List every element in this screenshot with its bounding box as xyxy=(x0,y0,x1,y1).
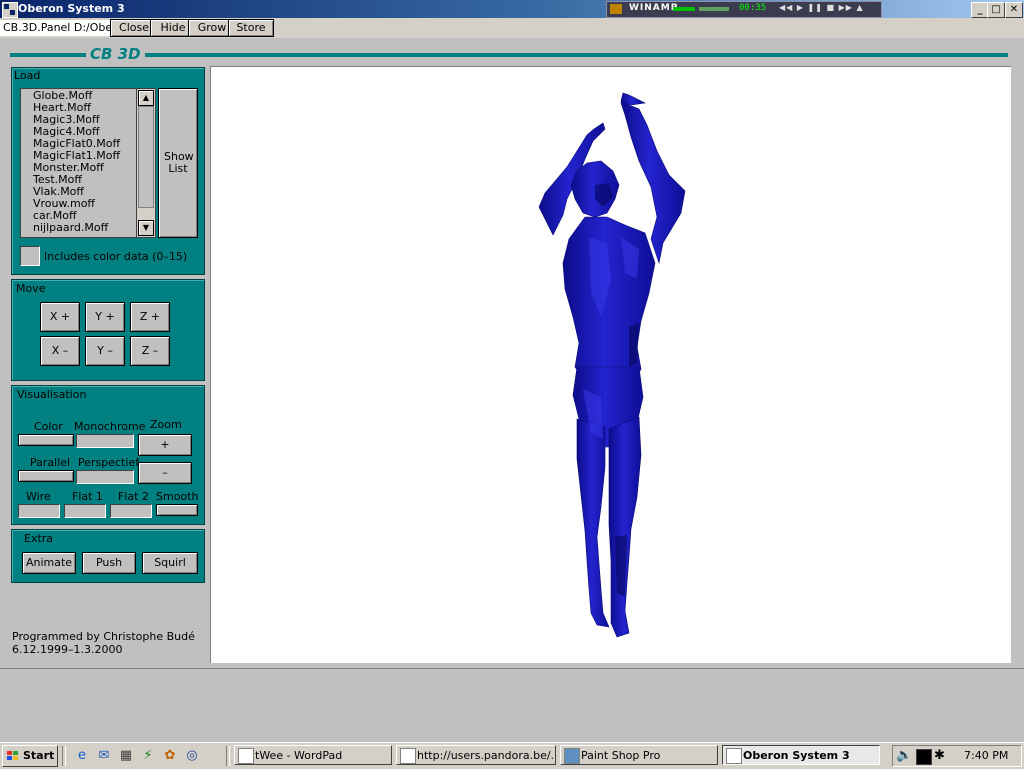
winamp-vis-bar xyxy=(673,7,695,11)
zoom-in-button[interactable]: + xyxy=(138,434,192,456)
header-rule xyxy=(10,53,1008,57)
maximize-button[interactable]: □ xyxy=(987,2,1005,18)
color-label: Color xyxy=(34,420,63,433)
zoom-label: Zoom xyxy=(150,418,182,431)
winamp-quick-icon[interactable]: ⚡ xyxy=(140,748,156,764)
x-plus-button[interactable]: X + xyxy=(40,302,80,332)
y-plus-button[interactable]: Y + xyxy=(85,302,125,332)
task-browser[interactable]: http://users.pandora.be/... xyxy=(396,745,556,765)
right-leg xyxy=(608,416,642,638)
app-heading: CB 3D xyxy=(86,45,145,63)
scroll-up-icon[interactable]: ▲ xyxy=(138,90,154,106)
visualisation-label: Visualisation xyxy=(17,388,87,401)
winamp-controls[interactable]: ◀◀ ▶ ❚❚ ■ ▶▶ ▲ xyxy=(779,3,864,12)
close-button[interactable]: ✕ xyxy=(1005,2,1023,18)
push-button[interactable]: Push xyxy=(82,552,136,574)
windows-flag-icon xyxy=(7,751,19,761)
start-label: Start xyxy=(23,749,55,762)
extra-label: Extra xyxy=(24,532,54,545)
scroll-thumb[interactable] xyxy=(138,106,154,208)
store-button[interactable]: Store xyxy=(228,19,274,37)
desktop-icon[interactable]: ▦ xyxy=(118,748,134,764)
browser-icon xyxy=(400,748,416,764)
monochrome-label: Monochrome xyxy=(74,420,146,433)
flat2-label: Flat 2 xyxy=(118,490,149,503)
perspectief-toggle[interactable] xyxy=(76,470,134,484)
flower-icon[interactable]: ✿ xyxy=(162,748,178,764)
x-minus-button[interactable]: X – xyxy=(40,336,80,366)
clock[interactable]: 7:40 PM xyxy=(964,749,1008,762)
wire-label: Wire xyxy=(26,490,51,503)
task-label: Oberon System 3 xyxy=(743,749,850,762)
flat2-toggle[interactable] xyxy=(110,504,152,518)
credits: Programmed by Christophe Budé 6.12.1999–… xyxy=(12,630,195,656)
3d-model-render xyxy=(538,92,686,638)
network-tray-icon[interactable]: ✱ xyxy=(934,748,945,763)
parallel-toggle[interactable] xyxy=(18,470,74,482)
include-color-checkbox[interactable] xyxy=(20,246,40,266)
smooth-label: Smooth xyxy=(156,490,199,503)
oberon-app-icon[interactable] xyxy=(2,2,18,18)
credits-dates: 6.12.1999–1.3.2000 xyxy=(12,643,123,656)
show-list-button[interactable]: Show List xyxy=(158,88,198,238)
globe-icon[interactable]: ◎ xyxy=(184,748,200,764)
3d-viewport[interactable] xyxy=(210,66,1011,663)
y-minus-button[interactable]: Y – xyxy=(85,336,125,366)
taskbar-divider xyxy=(226,746,230,766)
task-label: Paint Shop Pro xyxy=(581,749,661,762)
female-figure-model xyxy=(538,92,686,638)
volume-icon[interactable]: 🔈 xyxy=(896,748,912,763)
show-list-label: Show List xyxy=(164,150,194,175)
task-wordpad[interactable]: tWee - WordPad xyxy=(234,745,392,765)
flat1-toggle[interactable] xyxy=(64,504,106,518)
monochrome-toggle[interactable] xyxy=(76,434,134,448)
color-toggle[interactable] xyxy=(18,434,74,446)
load-label: Load xyxy=(14,69,41,82)
parallel-label: Parallel xyxy=(30,456,71,469)
task-oberon[interactable]: Oberon System 3 xyxy=(722,745,880,765)
winamp-volume-bar[interactable] xyxy=(699,7,729,11)
animate-button[interactable]: Animate xyxy=(22,552,76,574)
perspectief-label: Perspectief xyxy=(78,456,140,469)
paint-shop-pro-icon xyxy=(564,748,580,764)
start-button[interactable]: Start xyxy=(2,745,58,767)
panel-title[interactable]: CB.3D.Panel D:/Obe xyxy=(0,20,111,36)
internet-explorer-icon[interactable]: e xyxy=(74,748,90,764)
network-icon[interactable]: ✉ xyxy=(96,748,112,764)
task-paint-shop-pro[interactable]: Paint Shop Pro xyxy=(560,745,718,765)
z-plus-button[interactable]: Z + xyxy=(130,302,170,332)
winamp-time: 00:35 xyxy=(739,3,767,13)
taskbar-divider xyxy=(62,746,66,766)
bottom-strip xyxy=(0,668,1024,743)
file-list[interactable]: Globe.Moff Heart.Moff Magic3.Moff Magic4… xyxy=(20,88,138,238)
task-label: tWee - WordPad xyxy=(255,749,343,762)
squirl-button[interactable]: Squirl xyxy=(142,552,198,574)
oberon-task-icon xyxy=(726,748,742,764)
monitor-icon[interactable] xyxy=(916,749,932,765)
task-label: http://users.pandora.be/... xyxy=(417,749,556,762)
left-leg xyxy=(576,418,610,628)
flat1-label: Flat 1 xyxy=(72,490,103,503)
winamp-mini-player[interactable]: WINAMP 00:35 ◀◀ ▶ ❚❚ ■ ▶▶ ▲ xyxy=(606,1,882,18)
wordpad-icon xyxy=(238,748,254,764)
winamp-icon xyxy=(610,4,622,14)
include-color-label: Includes color data (0–15) xyxy=(44,250,188,263)
credits-author: Programmed by Christophe Budé xyxy=(12,630,195,643)
z-minus-button[interactable]: Z – xyxy=(130,336,170,366)
list-item[interactable]: nijlpaard.Moff xyxy=(33,222,137,234)
smooth-toggle[interactable] xyxy=(156,504,198,516)
torso xyxy=(562,216,656,384)
file-list-scrollbar[interactable]: ▲ ▼ xyxy=(136,88,156,238)
wire-toggle[interactable] xyxy=(18,504,60,518)
move-label: Move xyxy=(16,282,46,295)
zoom-out-button[interactable]: – xyxy=(138,462,192,484)
winamp-label: WINAMP xyxy=(629,3,679,13)
window-title: Oberon System 3 xyxy=(18,2,125,15)
scroll-down-icon[interactable]: ▼ xyxy=(138,220,154,236)
